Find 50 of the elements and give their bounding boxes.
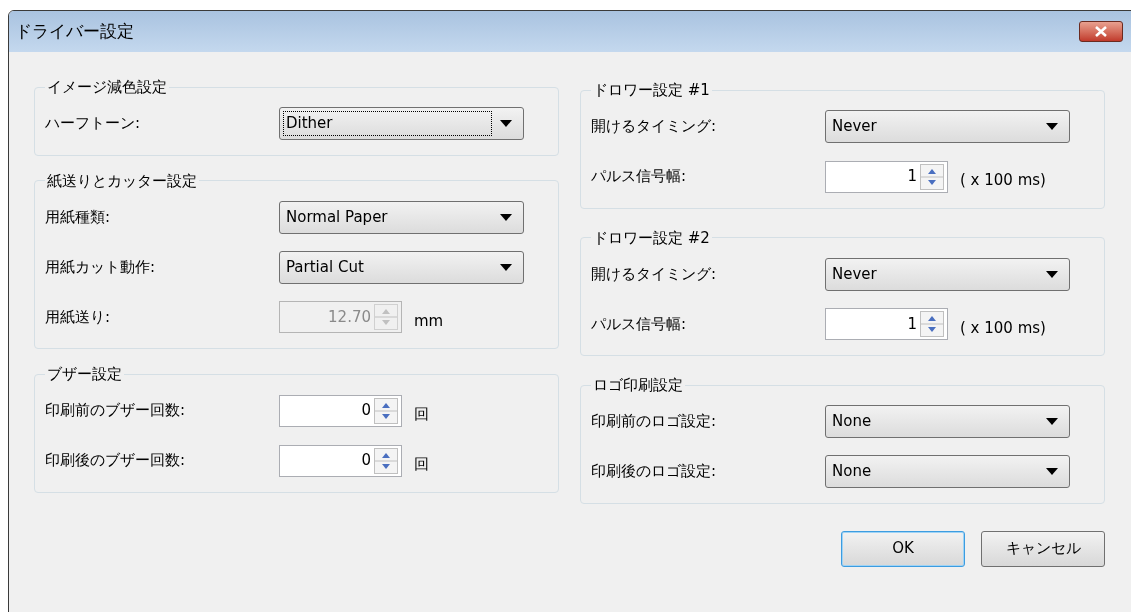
close-icon <box>1095 26 1107 37</box>
caret-icon <box>1046 468 1058 475</box>
spinner-arrows-icon[interactable] <box>920 163 944 190</box>
dropdown[interactable]: Never <box>825 110 1070 143</box>
close-button[interactable] <box>1079 21 1123 42</box>
field-label: 用紙種類: <box>45 206 112 228</box>
spinner-arrows-icon[interactable] <box>374 397 398 424</box>
caret-icon <box>500 120 512 127</box>
number-field[interactable]: 0 <box>279 444 402 477</box>
window-title: ドライバー設定 <box>15 19 134 43</box>
group-title: 紙送りとカッター設定 <box>46 170 198 192</box>
field-label: 開けるタイミング: <box>591 263 718 285</box>
field-label: 開けるタイミング: <box>591 116 718 138</box>
field-label: 用紙カット動作: <box>45 256 157 278</box>
dialog-button[interactable]: OK <box>841 530 965 567</box>
spinner-arrows-icon[interactable] <box>920 311 944 337</box>
field-label: 印刷後のロゴ設定: <box>591 461 718 483</box>
group-title: ドロワー設定 #1 <box>592 80 711 101</box>
group-title: イメージ減色設定 <box>46 77 168 98</box>
unit-label: 回 <box>414 404 429 426</box>
caret-icon <box>1046 270 1058 278</box>
group-title: ブザー設定 <box>46 364 123 385</box>
field-label: 用紙送り: <box>45 306 112 328</box>
caret-icon <box>1046 418 1058 425</box>
dropdown[interactable]: Partial Cut <box>279 250 524 284</box>
dropdown[interactable]: Dither <box>279 107 524 140</box>
dropdown[interactable]: Normal Paper <box>279 200 524 234</box>
group-title: ロゴ印刷設定 <box>592 375 684 396</box>
caret-icon <box>500 213 512 221</box>
caret-icon <box>1046 123 1058 130</box>
field-label: 印刷前のロゴ設定: <box>591 411 718 433</box>
caret-icon <box>500 263 512 271</box>
field-label: パルス信号幅: <box>591 166 688 188</box>
field-label: パルス信号幅: <box>591 313 688 335</box>
number-field[interactable]: 1 <box>825 308 948 340</box>
group-title: ドロワー設定 #2 <box>592 227 711 249</box>
dropdown[interactable]: None <box>825 455 1070 488</box>
dropdown[interactable]: Never <box>825 257 1070 291</box>
field-label: 印刷後のブザー回数: <box>45 450 187 472</box>
unit-label: mm <box>414 310 444 332</box>
unit-label: 回 <box>414 454 429 476</box>
field-label: ハーフトーン: <box>45 113 142 135</box>
field-label: 印刷前のブザー回数: <box>45 400 187 422</box>
dialog-button[interactable]: キャンセル <box>981 530 1105 567</box>
dropdown[interactable]: None <box>825 405 1070 438</box>
number-field[interactable]: 0 <box>279 394 402 427</box>
unit-label: ( x 100 ms) <box>960 317 1046 339</box>
number-field[interactable]: 1 <box>825 160 948 193</box>
unit-label: ( x 100 ms) <box>960 170 1046 192</box>
spinner-arrows-icon[interactable] <box>374 447 398 474</box>
